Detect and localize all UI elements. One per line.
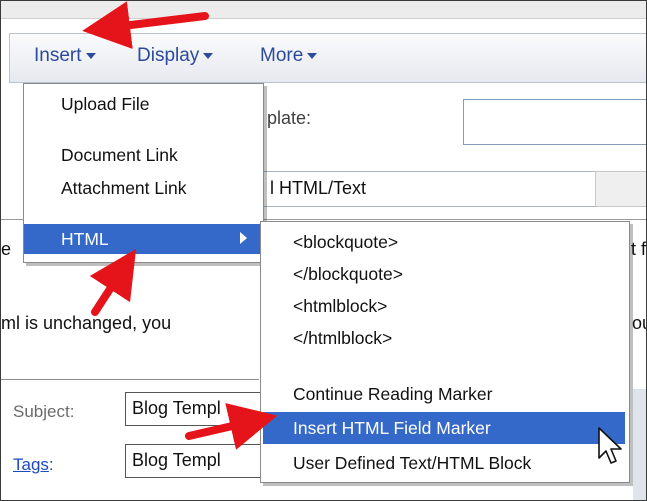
submenu-item-blockquote-open[interactable]: <blockquote>	[261, 227, 629, 257]
display-menu-label: Display	[137, 45, 200, 66]
submenu-item-blockquote-close[interactable]: </blockquote>	[261, 259, 629, 289]
submenu-item-htmlblock-close[interactable]: </htmlblock>	[261, 323, 629, 353]
mouse-pointer-icon	[598, 427, 622, 464]
more-menu-label: More	[260, 45, 304, 66]
insert-dropdown-menu: Upload File Document Link Attachment Lin…	[23, 83, 264, 263]
html-text-button[interactable]	[595, 171, 646, 207]
subject-input[interactable]: Blog Templ	[125, 392, 265, 426]
submenu-arrow-icon	[240, 232, 247, 244]
window-top-strip	[1, 1, 646, 19]
insert-menu-label: Insert	[34, 45, 82, 66]
menu-item-label: Attachment Link	[61, 178, 187, 198]
menu-item-label: HTML	[61, 229, 109, 249]
submenu-item-continue-reading-marker[interactable]: Continue Reading Marker	[261, 379, 629, 409]
tags-label-row: Tags:	[13, 455, 54, 475]
submenu-item-user-defined-text-html-block[interactable]: User Defined Text/HTML Block	[261, 448, 629, 478]
body-text-fragment: ou	[632, 313, 646, 333]
menu-separator	[267, 368, 623, 369]
display-menu-button[interactable]: Display	[137, 45, 214, 67]
menu-item-document-link[interactable]: Document Link	[24, 141, 263, 169]
post-form: Subject: Blog Templ Tags: Blog Templ	[1, 379, 265, 500]
template-input[interactable]	[463, 99, 646, 145]
submenu-item-label: Continue Reading Marker	[293, 384, 493, 404]
caret-down-icon	[85, 53, 96, 59]
tags-input-value: Blog Templ	[132, 450, 221, 470]
submenu-item-htmlblock-open[interactable]: <htmlblock>	[261, 291, 629, 321]
submenu-item-label: <blockquote>	[293, 232, 399, 252]
menu-separator	[30, 127, 257, 128]
menu-separator	[30, 211, 257, 212]
submenu-item-label: Insert HTML Field Marker	[293, 418, 491, 438]
tags-link[interactable]: Tags	[13, 455, 49, 474]
insert-menu-button[interactable]: Insert	[34, 45, 96, 67]
body-text-fragment: e	[1, 239, 12, 259]
screenshot-stage: Insert Display More plate: l HTML/Text e…	[0, 0, 647, 501]
caret-down-icon	[203, 53, 214, 59]
caret-down-icon	[307, 53, 318, 59]
menu-item-html[interactable]: HTML	[24, 224, 263, 254]
html-text-label: l HTML/Text	[270, 178, 367, 198]
body-text-fragment: t f	[631, 239, 647, 259]
menu-item-upload-file[interactable]: Upload File	[24, 90, 263, 118]
subject-label: Subject:	[13, 402, 75, 421]
template-label: plate:	[267, 108, 312, 128]
annotation-arrow	[89, 248, 137, 316]
submenu-item-label: </htmlblock>	[293, 328, 393, 348]
more-menu-button[interactable]: More	[260, 45, 318, 67]
menu-item-label: Document Link	[61, 145, 178, 165]
submenu-item-label: <htmlblock>	[293, 296, 388, 316]
menu-item-label: Upload File	[61, 94, 150, 114]
subject-input-value: Blog Templ	[132, 398, 221, 418]
submenu-item-label: User Defined Text/HTML Block	[293, 453, 532, 473]
html-submenu: <blockquote> </blockquote> <htmlblock> <…	[260, 221, 630, 483]
body-text-fragment: ml is unchanged, you	[1, 313, 172, 333]
editor-toolbar	[9, 33, 646, 83]
tags-input[interactable]: Blog Templ	[125, 444, 265, 478]
submenu-item-label: </blockquote>	[293, 264, 403, 284]
menu-item-attachment-link[interactable]: Attachment Link	[24, 174, 263, 202]
side-panel	[633, 389, 646, 500]
tags-colon: :	[48, 455, 54, 474]
submenu-item-insert-html-field-marker[interactable]: Insert HTML Field Marker	[263, 412, 625, 444]
